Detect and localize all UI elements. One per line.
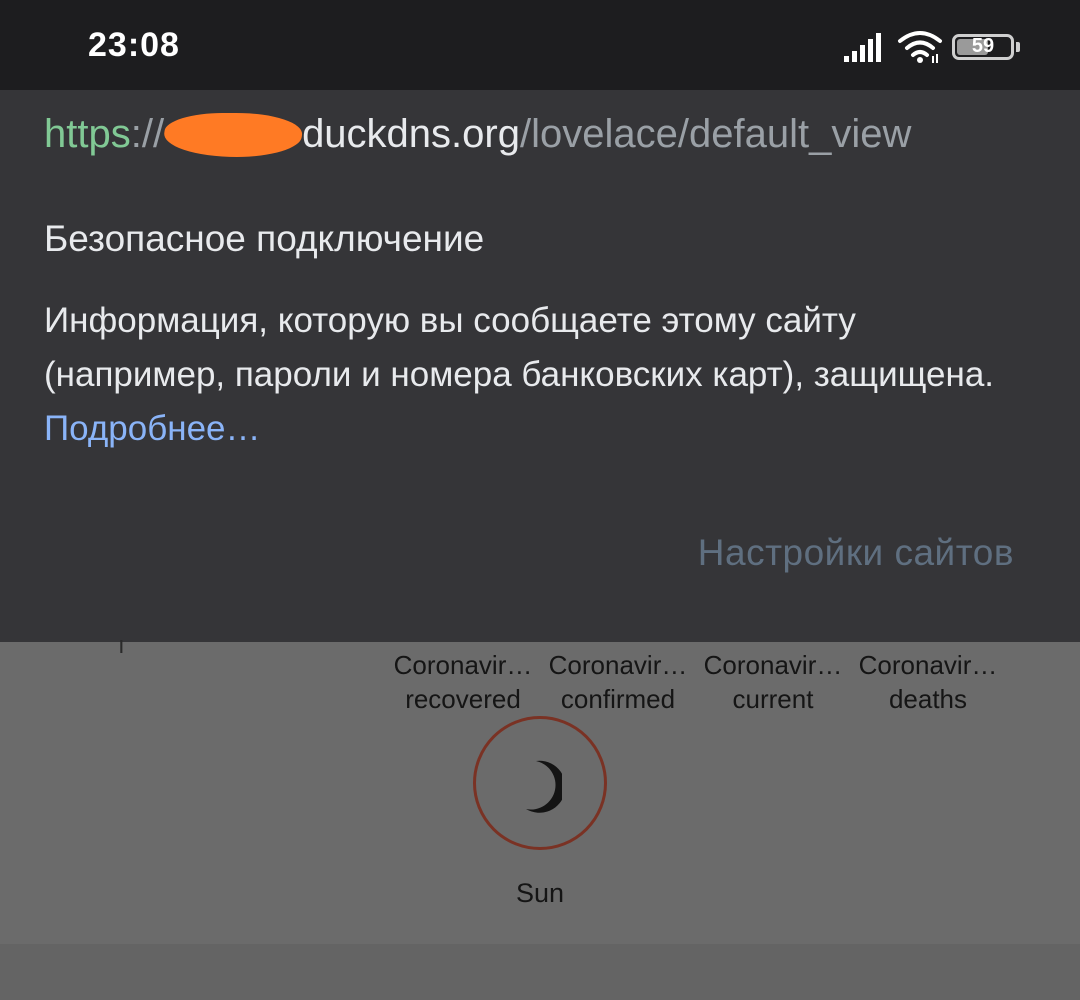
url-path: /lovelace/default_view [519, 112, 912, 156]
sensor-deaths[interactable]: Coronavir… deaths [853, 648, 1003, 716]
status-bar: 23:08 59 [0, 0, 1080, 90]
url-host: duckdns.org [302, 112, 520, 156]
dashboard-next-card [0, 944, 1080, 1000]
url-line: https:// duckdns.org/lovelace/default_vie… [44, 112, 911, 157]
sensor-name: Coronavir… [858, 650, 998, 680]
url-separator: :// [130, 112, 165, 156]
sensor-state: current [732, 684, 814, 714]
sensor-state: deaths [888, 684, 968, 714]
sensor-name: Coronavir… [548, 650, 688, 680]
dashboard-background: ı Coronavir… recovered Coronavir… confir… [0, 632, 1080, 1000]
sun-badge[interactable] [473, 716, 607, 850]
popup-title: Безопасное подключение [44, 218, 485, 259]
sensor-recovered[interactable]: Coronavir… recovered [388, 648, 538, 716]
wifi-icon [898, 31, 942, 63]
redaction-mark [160, 113, 306, 157]
battery-icon: 59 [952, 34, 1014, 60]
sensor-name: Coronavir… [393, 650, 533, 680]
popup-body: Информация, которую вы сообщаете этому с… [44, 294, 1044, 456]
partial-glyph: ı [118, 632, 125, 659]
moon-icon [526, 760, 562, 813]
sensor-confirmed[interactable]: Coronavir… confirmed [543, 648, 693, 716]
battery-nub [1016, 42, 1020, 52]
sun-label: Sun [515, 878, 565, 908]
popup-body-text: Информация, которую вы сообщаете этому с… [44, 301, 995, 394]
sensor-state: confirmed [560, 684, 676, 714]
signal-icon [844, 33, 881, 62]
site-settings-button[interactable]: Настройки сайтов [698, 532, 1014, 574]
connection-info-popup: https:// duckdns.org/lovelace/default_vie… [0, 90, 1080, 642]
status-time: 23:08 [88, 26, 180, 64]
battery-level: 59 [971, 35, 995, 57]
sensor-state: recovered [405, 684, 521, 714]
sensor-name: Coronavir… [703, 650, 843, 680]
learn-more-link[interactable]: Подробнее… [44, 409, 261, 448]
url-scheme: https [44, 112, 131, 156]
sensor-current[interactable]: Coronavir… current [698, 648, 848, 716]
dashboard-card: ı Coronavir… recovered Coronavir… confir… [0, 632, 1080, 944]
